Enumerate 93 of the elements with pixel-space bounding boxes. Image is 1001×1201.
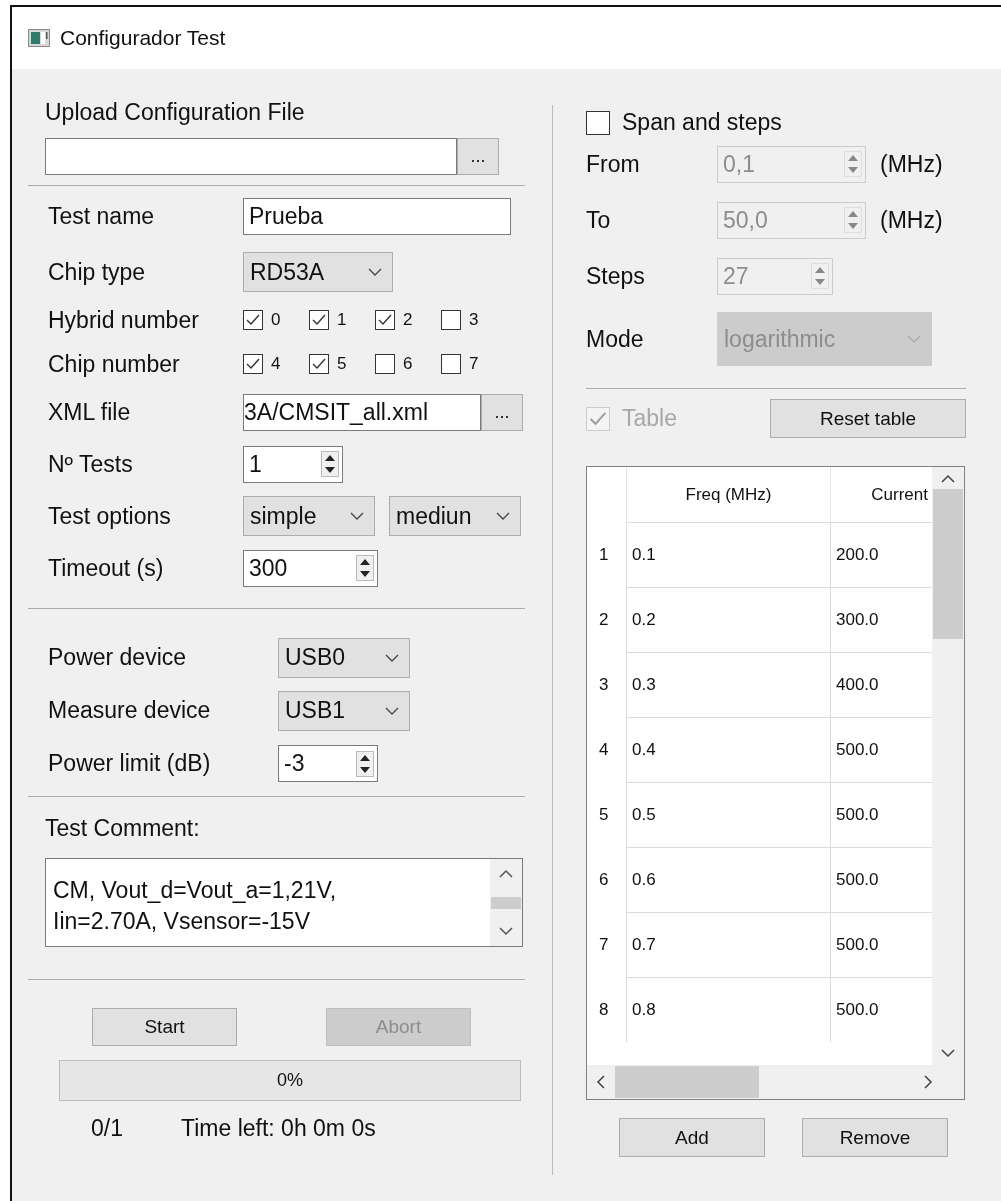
browse-button[interactable]: ... [481, 393, 523, 431]
checkbox[interactable] [375, 354, 395, 374]
checkbox-label: 3 [469, 310, 479, 330]
column-header[interactable]: Current [831, 467, 932, 522]
row-number: 5 [598, 803, 610, 826]
row-number: 8 [598, 998, 610, 1021]
app-icon [28, 29, 50, 47]
field-label: To [586, 206, 612, 234]
comment-text-area[interactable]: CM, Vout_d=Vout_a=1,21V, Iin=2.70A, Vsensor=-15V [45, 858, 523, 947]
field-label: Test Comment: [44, 814, 201, 842]
checkbox[interactable] [586, 110, 610, 135]
reset-table-button[interactable]: Reset table [770, 399, 966, 438]
chevron-down-icon [907, 335, 921, 343]
file-path-field[interactable]: 3A/CMSIT_all.xml [243, 393, 481, 431]
field-label: Measure device [48, 697, 212, 724]
checkbox[interactable] [243, 310, 263, 330]
row-number: 1 [598, 543, 610, 566]
spin-box[interactable]: 1 [243, 445, 343, 483]
text-field[interactable]: Prueba [243, 197, 511, 235]
field-label: Upload Configuration File [44, 99, 306, 126]
dropdown[interactable]: simple [243, 496, 375, 536]
chevron-down-icon [385, 706, 399, 715]
checkbox[interactable] [375, 310, 395, 330]
field-label: Nº Tests [48, 450, 134, 478]
horizontal-scroll-bar[interactable] [587, 1065, 964, 1099]
unit-label: (MHz) [880, 150, 943, 178]
spin-arrows-icon [321, 451, 339, 477]
checkbox-label: Span and steps [622, 109, 782, 136]
checkbox-label: 4 [271, 354, 281, 374]
field-label: Power device [48, 644, 188, 671]
window-title: Configurador Test [60, 26, 226, 50]
field-label: Power limit (dB) [48, 750, 212, 777]
row-number: 7 [598, 933, 610, 956]
checkbox-label: 6 [403, 354, 413, 374]
test-counter: 0/1 [91, 1115, 123, 1142]
field-label: From [586, 150, 641, 178]
spin-box[interactable]: -3 [278, 745, 378, 782]
file-path-field[interactable] [45, 138, 457, 175]
table-action-button[interactable]: Remove [802, 1118, 948, 1157]
spin-arrows-icon [811, 263, 829, 289]
row-number: 6 [598, 868, 610, 891]
column-header[interactable]: Freq (MHz) [626, 467, 831, 522]
field-label: Timeout (s) [48, 554, 165, 582]
checkbox-label: 0 [271, 310, 281, 330]
chevron-down-icon [350, 512, 364, 520]
vertical-scroll-bar[interactable] [932, 467, 964, 1065]
chevron-down-icon [368, 268, 382, 276]
checkbox[interactable] [441, 310, 461, 330]
field-label: Test name [48, 202, 156, 230]
row-number: 4 [598, 738, 610, 761]
checkbox[interactable] [441, 354, 461, 374]
table-cell: 0.1 [626, 522, 831, 587]
unit-label: (MHz) [880, 206, 943, 234]
dropdown[interactable]: RD53A [243, 252, 393, 292]
field-label: XML file [48, 398, 132, 426]
table-action-button[interactable]: Add [619, 1118, 765, 1157]
spin-arrows-icon [356, 750, 374, 777]
dropdown[interactable]: USB0 [278, 637, 410, 678]
field-label: Chip type [48, 258, 147, 286]
chevron-down-icon [496, 512, 510, 520]
checkbox-label: 5 [337, 354, 347, 374]
spin-arrows-icon [356, 555, 374, 581]
field-label: Steps [586, 262, 646, 290]
table-cell: 0.5 [626, 782, 831, 847]
field-label: Hybrid number [48, 306, 200, 334]
checkbox-label: 2 [403, 310, 413, 330]
table-cell: 0.8 [626, 977, 831, 1042]
table-cell: 0.4 [626, 717, 831, 782]
checkbox[interactable] [243, 354, 263, 374]
row-number: 3 [598, 673, 610, 696]
dropdown[interactable]: USB1 [278, 690, 410, 731]
field-label: Mode [586, 325, 645, 353]
spin-arrows-icon [844, 151, 862, 177]
checkbox[interactable] [309, 310, 329, 330]
checkbox-label: 1 [337, 310, 347, 330]
checkbox-label: 7 [469, 354, 479, 374]
time-left-text: Time left: 0h 0m 0s [181, 1115, 376, 1142]
field-label: Chip number [48, 350, 181, 378]
spin-arrows-icon [844, 207, 862, 233]
spin-box[interactable]: 300 [243, 549, 378, 587]
table-cell: 0.6 [626, 847, 831, 912]
scroll-bar[interactable] [490, 859, 522, 946]
checkbox[interactable] [309, 354, 329, 374]
field-label: Test options [48, 502, 172, 530]
table-cell: 0.2 [626, 587, 831, 652]
row-number: 2 [598, 608, 610, 631]
action-button[interactable]: Start [92, 1008, 237, 1046]
dropdown[interactable]: mediun [389, 496, 521, 536]
browse-button[interactable]: ... [457, 138, 499, 175]
checkbox-label: Table [622, 405, 677, 432]
table-cell: 0.7 [626, 912, 831, 977]
chevron-down-icon [385, 653, 399, 662]
table-cell: 0.3 [626, 652, 831, 717]
